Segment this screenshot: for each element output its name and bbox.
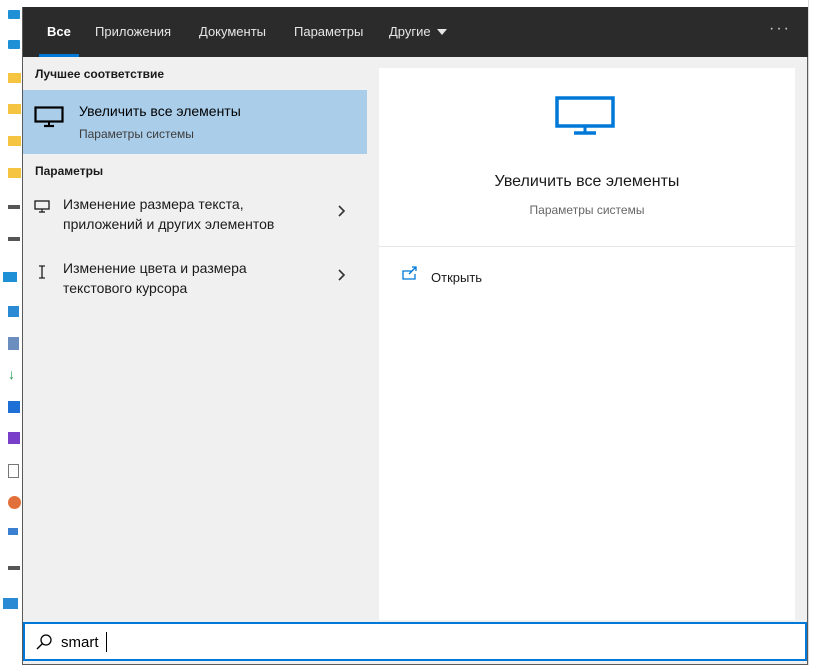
- document-icon: [8, 337, 19, 350]
- tab-all[interactable]: Все: [39, 7, 79, 57]
- search-filter-bar: Все Приложения Документы Параметры Други…: [23, 7, 808, 57]
- search-box[interactable]: [23, 622, 807, 661]
- text-cursor-icon: [34, 264, 50, 285]
- tab-more-filters-label: Другие: [389, 24, 431, 39]
- best-match-result[interactable]: Увеличить все элементы Параметры системы: [23, 90, 367, 154]
- background-window-edge: [808, 0, 820, 665]
- more-options-button[interactable]: ···: [765, 7, 795, 57]
- best-match-header: Лучшее соответствие: [35, 67, 165, 81]
- search-icon: [35, 633, 53, 656]
- file-icon: [8, 464, 19, 478]
- drive-icon: [8, 205, 20, 209]
- text-caret: [106, 632, 107, 652]
- monitor-icon: [555, 96, 617, 141]
- settings-section-header: Параметры: [35, 164, 104, 178]
- settings-result-line2: приложений и других элементов: [63, 216, 275, 232]
- folder-icon: [8, 168, 21, 178]
- apps-icon: [8, 528, 18, 535]
- monitor-icon: [3, 272, 17, 282]
- image-icon: [8, 401, 20, 413]
- music-icon: [8, 496, 21, 509]
- drive-icon: [8, 237, 20, 241]
- monitor-icon: [8, 10, 20, 19]
- divider: [379, 246, 795, 247]
- chevron-down-icon: [436, 28, 447, 35]
- preview-subtitle: Параметры системы: [529, 203, 645, 217]
- monitor-icon: [34, 106, 64, 133]
- folder-icon: [8, 136, 21, 146]
- settings-result-line1: Изменение размера текста,: [63, 196, 244, 212]
- video-icon: [8, 432, 20, 444]
- search-popup: Все Приложения Документы Параметры Други…: [22, 7, 808, 665]
- network-icon: [3, 598, 18, 609]
- settings-result-cursor[interactable]: Изменение цвета и размера текстового кур…: [23, 258, 367, 304]
- tab-apps[interactable]: Приложения: [95, 7, 171, 57]
- preview-pane: Увеличить все элементы Параметры системы…: [379, 68, 795, 620]
- folder-icon: [8, 104, 21, 114]
- settings-result-line1: Изменение цвета и размера: [63, 260, 247, 276]
- best-match-subtitle: Параметры системы: [79, 127, 194, 141]
- app-icon: [8, 306, 19, 317]
- settings-result-text-size[interactable]: Изменение размера текста, приложений и д…: [23, 194, 367, 240]
- open-icon: [401, 265, 419, 288]
- settings-result-text: Изменение цвета и размера текстового кур…: [63, 258, 323, 298]
- chevron-right-icon[interactable]: [337, 204, 347, 223]
- search-input[interactable]: [61, 630, 761, 654]
- best-match-title: Увеличить все элементы: [79, 103, 241, 119]
- results-list: Лучшее соответствие Увеличить все элемен…: [23, 57, 367, 617]
- preview-title: Увеличить все элементы: [494, 173, 680, 190]
- open-action-label: Открыть: [431, 270, 483, 285]
- tab-settings[interactable]: Параметры: [294, 7, 363, 57]
- tab-more-filters[interactable]: Другие: [389, 7, 447, 57]
- drive-icon: [8, 566, 20, 570]
- chevron-right-icon[interactable]: [337, 268, 347, 287]
- settings-result-text: Изменение размера текста, приложений и д…: [63, 194, 323, 234]
- settings-result-line2: текстового курсора: [63, 280, 188, 296]
- monitor-icon: [34, 200, 50, 219]
- monitor-icon: [8, 40, 20, 49]
- download-icon: ↓: [8, 366, 15, 382]
- tab-documents[interactable]: Документы: [199, 7, 266, 57]
- background-window-strip: ↓: [0, 0, 22, 665]
- folder-icon: [8, 73, 21, 83]
